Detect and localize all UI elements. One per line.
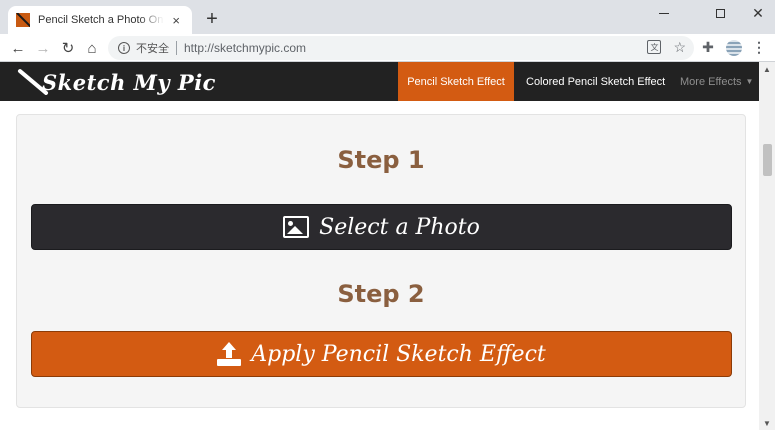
close-window-button[interactable]: ✕ [736,0,775,26]
translate-icon[interactable]: 文 [647,40,662,54]
tab-close-icon[interactable]: × [168,13,184,28]
toolbar-actions: ✚ ⋮ [700,39,766,56]
close-icon: ✕ [752,5,764,21]
info-icon[interactable]: i [118,42,130,54]
arrow-left-icon: ← [10,39,26,57]
arrow-right-icon: → [35,39,51,57]
minimize-icon [659,12,669,14]
upload-icon [217,342,242,366]
more-menu-icon[interactable]: ⋮ [752,39,766,56]
forward-button[interactable]: → [33,38,53,58]
profile-avatar-icon[interactable] [726,39,742,56]
step-1-heading: Step 1 [337,146,425,174]
browser-toolbar: ← → ↻ ⌂ i 不安全 http://sketchmypic.com 文 ☆… [0,34,775,62]
address-bar[interactable]: i 不安全 http://sketchmypic.com 文 ☆ [108,36,694,60]
browser-tab[interactable]: Pencil Sketch a Photo Online Tool × [8,6,192,34]
bookmark-star-icon[interactable]: ☆ [673,40,686,54]
site-logo[interactable]: Sketch My Pic [12,66,216,98]
minimize-button[interactable] [642,0,686,26]
omnibox-actions: 文 ☆ [647,40,686,54]
omnibox-divider [176,41,177,55]
site-favicon-icon [16,13,30,27]
url-text[interactable]: http://sketchmypic.com [184,41,306,55]
maximize-icon [715,8,725,18]
pencil-logo-icon [12,66,46,98]
back-button[interactable]: ← [8,38,28,58]
reload-button[interactable]: ↻ [58,38,78,58]
apply-pencil-sketch-button[interactable]: Apply Pencil Sketch Effect [31,331,732,377]
steps-panel: Step 1 Select a Photo Step 2 Apply Penci… [16,114,746,408]
tab-strip: Pencil Sketch a Photo Online Tool × + ✕ [0,0,775,34]
reload-icon: ↻ [61,40,75,57]
caret-down-icon: ▼ [745,77,754,86]
scroll-down-arrow-icon[interactable]: ▼ [759,416,775,430]
scroll-up-arrow-icon[interactable]: ▲ [759,62,775,76]
home-button[interactable]: ⌂ [82,38,102,58]
select-photo-label: Select a Photo [319,214,480,240]
page-viewport: Sketch My Pic Pencil Sketch Effect Color… [0,62,775,430]
tab-title: Pencil Sketch a Photo Online Tool [38,14,165,26]
step-2-heading: Step 2 [337,280,425,308]
nav-pencil-sketch-effect[interactable]: Pencil Sketch Effect [398,62,514,101]
more-effects-label: More Effects [680,75,742,88]
page-scrollbar[interactable]: ▲ ▼ [759,62,775,430]
apply-effect-label: Apply Pencil Sketch Effect [251,341,546,367]
image-icon [283,216,310,238]
site-navbar: Sketch My Pic Pencil Sketch Effect Color… [0,62,759,101]
home-icon: ⌂ [87,39,97,57]
new-tab-button[interactable]: + [202,9,222,29]
logo-text: Sketch My Pic [42,69,216,95]
select-photo-button[interactable]: Select a Photo [31,204,732,250]
nav-colored-pencil-sketch-effect[interactable]: Colored Pencil Sketch Effect [514,62,677,101]
scrollbar-thumb[interactable] [763,144,772,176]
nav-more-effects-dropdown[interactable]: More Effects ▼ [668,62,765,101]
extensions-puzzle-icon[interactable]: ✚ [700,39,716,56]
security-status: 不安全 [136,43,169,55]
